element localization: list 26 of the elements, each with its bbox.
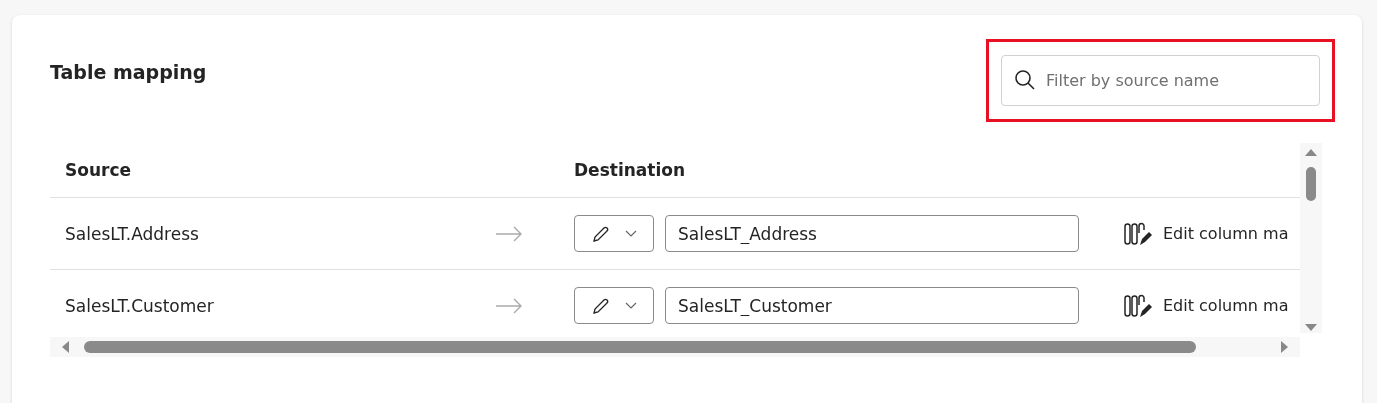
column-edit-icon [1123, 220, 1153, 247]
scroll-left-icon[interactable] [60, 340, 70, 354]
chevron-down-icon [625, 229, 637, 238]
edit-column-mapping-link[interactable]: Edit column ma [1123, 292, 1289, 319]
column-edit-icon [1123, 292, 1153, 319]
scrollbar-thumb[interactable] [1306, 167, 1316, 201]
column-header: Destination [574, 160, 686, 180]
scroll-right-icon[interactable] [1280, 340, 1290, 354]
vertical-scrollbar[interactable] [1300, 143, 1322, 333]
edit-dropdown[interactable] [574, 287, 654, 324]
scroll-up-icon[interactable] [1304, 147, 1318, 157]
column-header: Source [64, 160, 133, 180]
source-name: SalesLT.Address [64, 223, 200, 244]
source-name: SalesLT.Customer [64, 295, 215, 316]
destination-field[interactable]: SalesLT_Customer [665, 287, 1079, 324]
scroll-down-icon[interactable] [1304, 323, 1318, 333]
chevron-down-icon [625, 301, 637, 310]
section-title: Table mapping [50, 61, 207, 83]
edit-column-mapping-link[interactable]: Edit column ma [1123, 220, 1289, 247]
destination-field[interactable]: SalesLT_Address [665, 215, 1079, 252]
scrollbar-thumb[interactable] [84, 341, 1196, 353]
arrow-icon [495, 225, 523, 242]
horizontal-scrollbar[interactable] [50, 337, 1300, 357]
arrow-icon [495, 297, 523, 314]
search-field[interactable]: Filter by source name [1001, 54, 1320, 106]
edit-dropdown[interactable] [574, 215, 654, 252]
